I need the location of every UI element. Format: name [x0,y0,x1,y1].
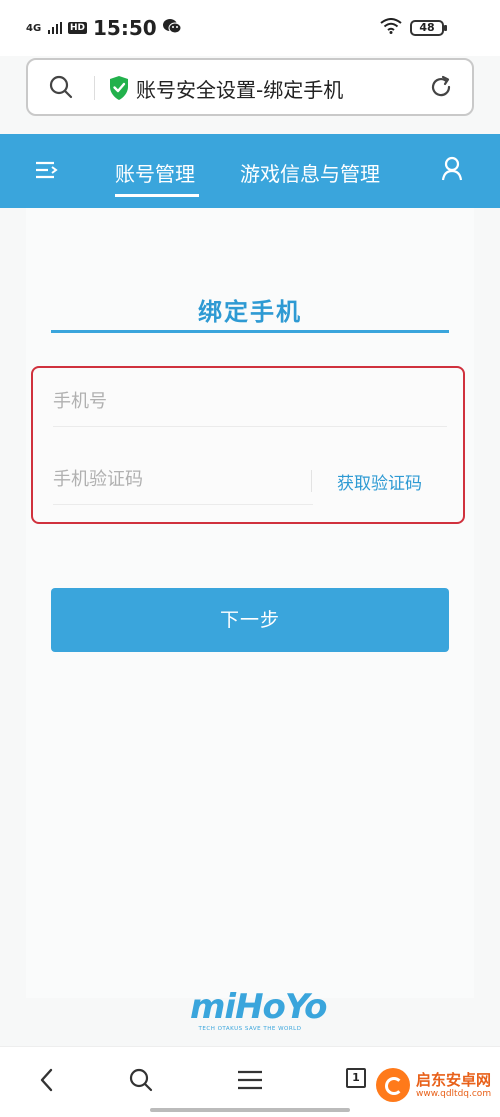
menu-icon[interactable] [34,160,58,184]
watermark-url: www.qdltdq.com [416,1089,492,1099]
network-type: 4G [26,22,42,34]
get-code-button[interactable]: 获取验证码 [337,469,422,494]
verification-code-input[interactable] [53,456,313,502]
watermark-logo-icon [376,1068,410,1102]
address-bar[interactable]: 账号安全设置-绑定手机 [26,58,474,116]
back-icon[interactable] [36,1067,58,1097]
tabs-icon[interactable]: 1 [346,1068,366,1088]
mihoyo-logo: miHoYo TECH OTAKUS SAVE THE WORLD [190,987,328,1038]
status-bar: 4G HD 15:50 48 [0,0,500,56]
watermark: 启东安卓网 www.qdltdq.com [376,1068,491,1102]
user-icon[interactable] [440,156,464,186]
home-indicator[interactable] [150,1108,350,1112]
menu-lines-icon[interactable] [236,1067,264,1097]
battery-indicator: 48 [410,20,447,36]
clock: 15:50 [93,16,157,40]
logo-tagline: TECH OTAKUS SAVE THE WORLD [198,1026,302,1032]
refresh-icon[interactable] [428,74,454,104]
next-step-button[interactable]: 下一步 [51,588,449,652]
title-underline [51,330,449,333]
page-title: 绑定手机 [198,298,302,326]
tab-game-info[interactable]: 游戏信息与管理 [240,158,380,187]
hd-badge: HD [68,22,88,34]
phone-field-row [53,378,447,427]
code-divider [311,470,312,492]
logo-brand: miHoYo [190,987,328,1027]
tab-account-management[interactable]: 账号管理 [115,158,195,187]
page-url-title[interactable]: 账号安全设置-绑定手机 [136,74,343,103]
tab-count: 1 [346,1068,366,1088]
wifi-icon [380,18,402,38]
site-nav: 账号管理 游戏信息与管理 [0,134,500,208]
code-field-row [53,456,313,505]
bind-phone-form: 获取验证码 [31,366,465,524]
watermark-title: 启东安卓网 [416,1071,492,1089]
search-icon[interactable] [48,74,74,104]
address-divider [94,76,95,100]
phone-input[interactable] [53,378,313,424]
signal-icon [48,19,62,38]
search-icon[interactable] [128,1067,154,1097]
active-tab-indicator [115,194,199,197]
secure-shield-icon [108,75,130,105]
wechat-icon [162,18,182,38]
